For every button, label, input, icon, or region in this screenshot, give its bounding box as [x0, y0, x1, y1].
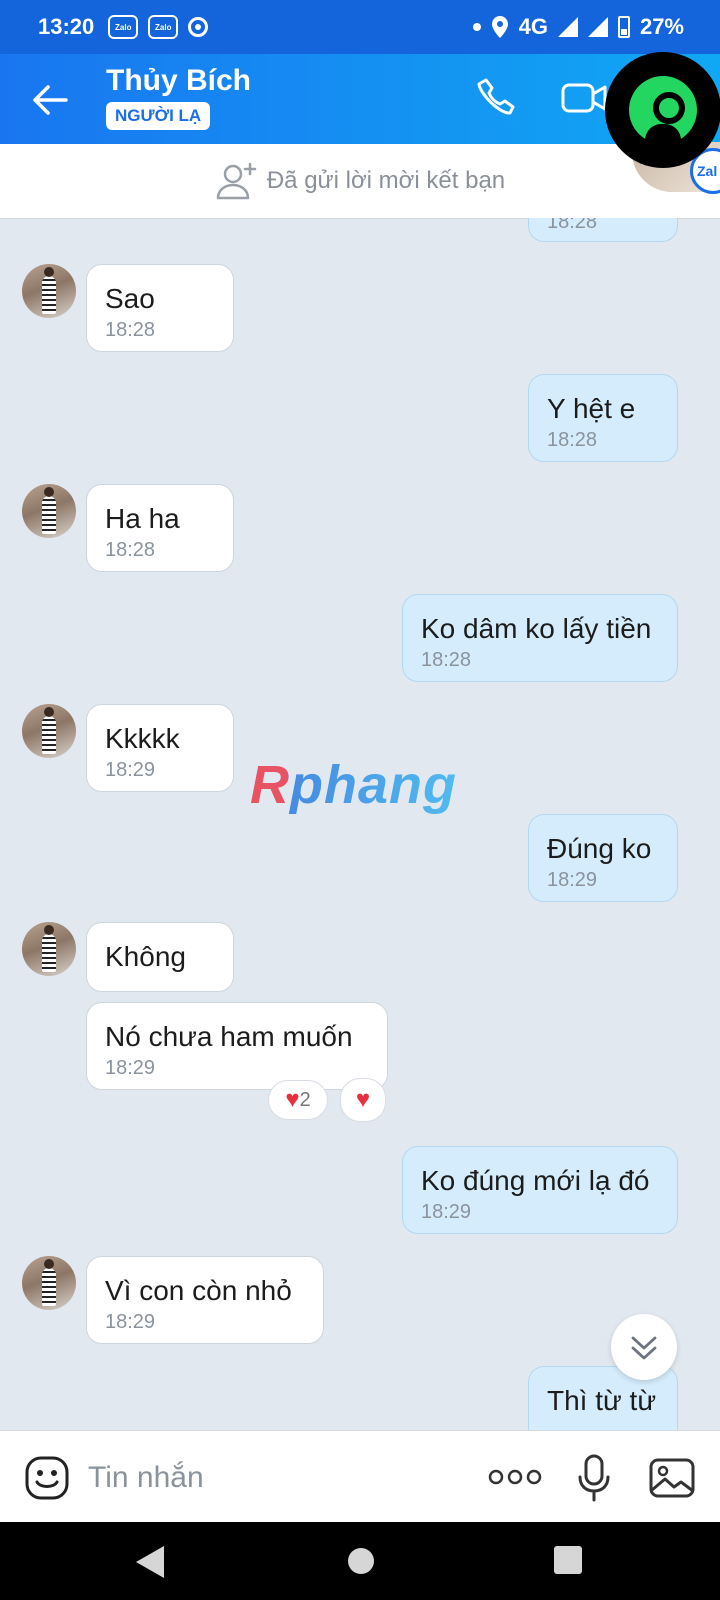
message-list[interactable]: 18:28 Sao 18:28 Y hệt e 18:28 Ha ha 18:2… — [0, 218, 720, 1430]
message-text: Ko đúng mới lạ đó — [421, 1165, 650, 1196]
message-time: 18:28 — [421, 649, 472, 671]
zalo-icon: Zalo — [108, 15, 139, 39]
friend-request-text: Đã gửi lời mời kết bạn — [266, 167, 506, 194]
message-time: 18:29 — [105, 759, 156, 781]
message-bubble-outgoing[interactable]: Ko đúng mới lạ đó 18:29 — [402, 1146, 678, 1234]
message-bubble-outgoing[interactable]: Ko dâm ko lấy tiền 18:28 — [402, 594, 678, 682]
heart-icon: ♥ — [285, 1086, 300, 1113]
message-composer — [0, 1430, 720, 1523]
status-time: 13:20 — [38, 14, 95, 39]
zalo-icon: Zalo — [148, 15, 179, 39]
message-bubble-incoming[interactable]: Vì con còn nhỏ 18:29 — [86, 1256, 324, 1344]
nav-back-icon[interactable] — [136, 1546, 164, 1578]
message-bubble-incoming[interactable]: Kkkkk 18:29 — [86, 704, 234, 792]
message-text: Kkkkk — [105, 723, 180, 754]
message-bubble-outgoing[interactable]: Đúng ko 18:29 — [528, 814, 678, 902]
nav-recents-icon[interactable] — [554, 1546, 582, 1574]
double-chevron-down-icon — [631, 1336, 657, 1360]
notification-dot-icon — [472, 23, 481, 31]
add-friend-icon — [216, 162, 257, 200]
message-bubble-incoming[interactable]: Ha ha 18:28 — [86, 484, 234, 572]
contact-avatar[interactable] — [22, 704, 76, 758]
video-call-icon[interactable] — [560, 80, 608, 116]
battery-level: 27% — [639, 14, 684, 39]
message-bubble-incoming[interactable]: Không — [86, 922, 234, 992]
avatar-figure — [42, 1259, 56, 1306]
status-indicators: 4G 27% — [472, 0, 684, 54]
message-text: Sao — [105, 283, 155, 314]
message-time: 18:28 — [105, 319, 156, 341]
avatar-figure — [42, 487, 56, 534]
network-type: 4G — [518, 14, 548, 39]
signal-icon — [557, 17, 578, 37]
stranger-badge: NGƯỜI LẠ — [106, 102, 211, 130]
message-time: 18:28 — [547, 218, 598, 233]
message-text: Đúng ko — [547, 833, 652, 864]
recorder-head — [653, 92, 685, 124]
location-ring-icon — [188, 17, 209, 37]
message-time: 18:28 — [547, 429, 598, 451]
reaction-count: 2 — [299, 1088, 311, 1111]
watermark-logo: Rphang — [250, 755, 457, 815]
status-bar: 13:20 Zalo Zalo 4G 27% — [0, 0, 720, 54]
screen-recorder-icon[interactable] — [605, 52, 720, 168]
notification-icons: Zalo Zalo — [108, 15, 209, 39]
message-text: Ko dâm ko lấy tiền — [421, 613, 652, 644]
message-time: 18:29 — [105, 1057, 156, 1079]
message-text: Thì từ từ — [547, 1385, 657, 1416]
location-pin-icon — [491, 16, 508, 38]
message-bubble-incoming[interactable]: Sao 18:28 — [86, 264, 234, 352]
heart-icon: ♥ — [355, 1086, 371, 1113]
friend-request-bar: Đã gửi lời mời kết bạn — [0, 144, 720, 219]
avatar-figure — [42, 707, 56, 754]
message-text: Vì con còn nhỏ — [105, 1275, 292, 1306]
message-time: 18:28 — [105, 539, 156, 561]
phone-call-icon[interactable] — [476, 76, 518, 118]
microphone-icon[interactable] — [576, 1453, 612, 1503]
message-text: Y hệt e — [547, 393, 636, 424]
message-time: 18:29 — [547, 869, 598, 891]
contact-name[interactable]: Thủy Bích — [106, 64, 251, 98]
message-input[interactable] — [86, 1453, 450, 1503]
scroll-to-bottom-button[interactable] — [611, 1314, 677, 1380]
message-text: Nó chưa ham muốn — [105, 1021, 353, 1052]
contact-avatar[interactable] — [22, 922, 76, 976]
contact-avatar[interactable] — [22, 1256, 76, 1310]
message-bubble-incoming[interactable]: Nó chưa ham muốn 18:29 — [86, 1002, 388, 1090]
signal-icon — [587, 17, 608, 37]
avatar-figure — [42, 925, 56, 972]
image-gallery-icon[interactable] — [648, 1457, 696, 1499]
back-arrow-icon[interactable] — [30, 80, 70, 120]
message-text: Không — [105, 941, 186, 972]
message-text: Ha ha — [105, 503, 180, 534]
contact-avatar[interactable] — [22, 484, 76, 538]
battery-icon — [617, 16, 630, 38]
reaction-summary[interactable]: ♥ 2 — [268, 1080, 328, 1120]
nav-home-icon[interactable] — [348, 1548, 374, 1574]
system-navigation-bar — [0, 1522, 720, 1600]
avatar-figure — [42, 267, 56, 314]
message-time: 18:29 — [421, 1201, 472, 1223]
message-bubble-outgoing[interactable]: Y hệt e 18:28 — [528, 374, 678, 462]
emoji-icon[interactable] — [24, 1455, 70, 1501]
more-options-icon[interactable] — [488, 1467, 542, 1487]
message-time: 18:29 — [105, 1311, 156, 1333]
react-button[interactable]: ♥ — [340, 1078, 386, 1122]
message-bubble-outgoing[interactable]: 18:28 — [528, 218, 678, 242]
contact-avatar[interactable] — [22, 264, 76, 318]
